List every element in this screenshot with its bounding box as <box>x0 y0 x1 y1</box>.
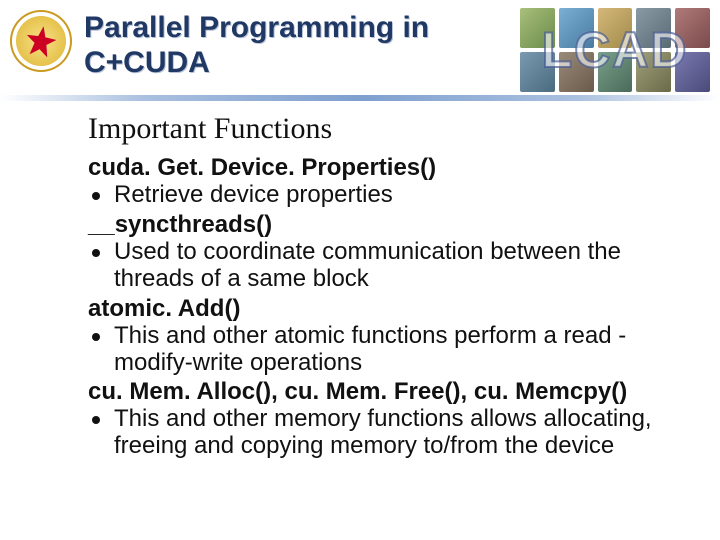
slide-header: Parallel Programming in C+CUDA LCAD <box>0 0 720 100</box>
slide-body: Important Functions cuda. Get. Device. P… <box>88 112 690 462</box>
function-name: atomic. Add() <box>88 295 690 323</box>
function-desc: Used to coordinate communication between… <box>88 239 690 293</box>
function-desc: This and other atomic functions perform … <box>88 323 690 377</box>
function-name: cuda. Get. Device. Properties() <box>88 154 690 182</box>
lcad-wordmark: LCAD <box>520 8 710 92</box>
slide-title: Parallel Programming in C+CUDA <box>84 10 429 81</box>
title-line-2: C+CUDA <box>84 45 429 80</box>
section-heading: Important Functions <box>88 112 690 146</box>
function-name: cu. Mem. Alloc(), cu. Mem. Free(), cu. M… <box>88 378 690 406</box>
lab-logo: LCAD <box>520 8 710 92</box>
function-name: __syncthreads() <box>88 211 690 239</box>
university-seal-icon <box>10 10 72 72</box>
header-divider <box>0 95 720 101</box>
function-desc: This and other memory functions allows a… <box>88 406 690 460</box>
title-line-1: Parallel Programming in <box>84 10 429 45</box>
function-desc: Retrieve device properties <box>88 182 690 209</box>
